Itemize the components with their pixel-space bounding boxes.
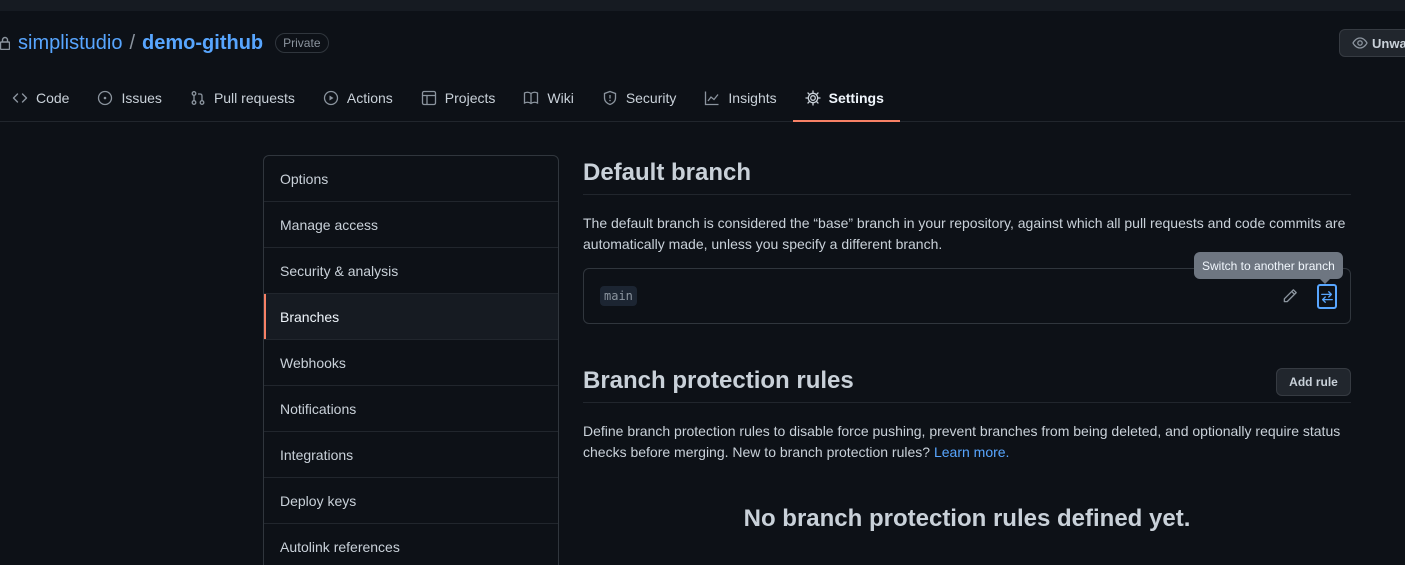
tab-security-label: Security [625, 89, 677, 106]
issue-icon [98, 90, 113, 105]
tab-code[interactable]: Code [0, 73, 85, 122]
repo-nav-tabs: Code Issues Pull requests Actions Projec… [0, 73, 901, 122]
tab-insights[interactable]: Insights [692, 73, 792, 122]
repository-header: simplistudio / demo-github Private Unwat… [0, 11, 1405, 122]
unwatch-button[interactable]: Unwatch [1339, 29, 1405, 57]
tab-settings[interactable]: Settings [792, 73, 901, 122]
sidebar-item-notifications[interactable]: Notifications [264, 386, 558, 432]
table-icon [421, 90, 436, 105]
sidebar-item-deploy-keys[interactable]: Deploy keys [264, 478, 558, 524]
book-icon [524, 91, 539, 104]
branches-settings-content: Default branch The default branch is con… [583, 155, 1351, 532]
default-branch-heading: Default branch [583, 155, 1351, 195]
repo-owner-link[interactable]: simplistudio [18, 32, 122, 55]
sidebar-item-options[interactable]: Options [264, 156, 558, 202]
empty-state-message: No branch protection rules defined yet. [743, 505, 1191, 532]
branch-protection-section: Branch protection rules Add rule Define … [583, 363, 1351, 463]
tab-issues-label: Issues [121, 89, 162, 106]
settings-sidebar: Options Manage access Security & analysi… [263, 155, 559, 565]
global-header-strip [0, 0, 1405, 11]
default-branch-box: main Switch to another branch [583, 252, 1351, 324]
play-icon [323, 90, 339, 105]
sidebar-item-manage-access[interactable]: Manage access [264, 202, 558, 248]
shield-icon [603, 90, 616, 105]
tab-issues[interactable]: Issues [85, 73, 177, 122]
branch-protection-description: Define branch protection rules to disabl… [583, 421, 1351, 463]
visibility-badge: Private [275, 33, 329, 53]
repo-name-link[interactable]: demo-github [142, 32, 263, 55]
sidebar-item-integrations[interactable]: Integrations [264, 432, 558, 478]
branch-protection-heading: Branch protection rules [583, 363, 1351, 403]
tab-wiki[interactable]: Wiki [511, 73, 589, 122]
tab-settings-label: Settings [828, 89, 884, 106]
code-icon [12, 92, 28, 103]
add-rule-button[interactable]: Add rule [1276, 368, 1351, 396]
sidebar-item-autolink-references[interactable]: Autolink references [264, 524, 558, 565]
tab-actions[interactable]: Actions [311, 73, 409, 122]
tab-projects-label: Projects [444, 89, 496, 106]
tab-wiki-label: Wiki [547, 89, 574, 106]
sidebar-item-webhooks[interactable]: Webhooks [264, 340, 558, 386]
switch-branch-button[interactable] [1317, 284, 1337, 309]
gear-icon [804, 89, 821, 106]
tab-pull-requests-label: Pull requests [213, 89, 295, 106]
tab-projects[interactable]: Projects [409, 73, 512, 122]
tab-actions-label: Actions [346, 89, 393, 106]
tab-security[interactable]: Security [590, 73, 693, 122]
default-branch-name: main [600, 286, 637, 306]
learn-more-link[interactable]: Learn more. [934, 444, 1009, 460]
switch-branch-tooltip: Switch to another branch [1194, 252, 1343, 284]
arrow-switch-icon [1321, 290, 1333, 303]
tab-code-label: Code [36, 89, 70, 106]
eye-icon [1352, 37, 1368, 49]
lock-icon [0, 35, 12, 51]
default-branch-description: The default branch is considered the “ba… [583, 215, 1346, 252]
repo-title: simplistudio / demo-github Private [0, 29, 329, 57]
repo-path-separator: / [129, 31, 136, 54]
unwatch-label: Unwatch [1372, 35, 1405, 51]
tab-insights-label: Insights [728, 89, 777, 106]
rename-branch-button[interactable] [1281, 287, 1299, 305]
sidebar-item-security-analysis[interactable]: Security & analysis [264, 248, 558, 294]
graph-icon [705, 91, 719, 105]
pull-request-icon [191, 90, 205, 105]
pencil-icon [1283, 289, 1297, 303]
sidebar-item-branches[interactable]: Branches [264, 294, 558, 340]
tab-pull-requests[interactable]: Pull requests [178, 73, 311, 122]
